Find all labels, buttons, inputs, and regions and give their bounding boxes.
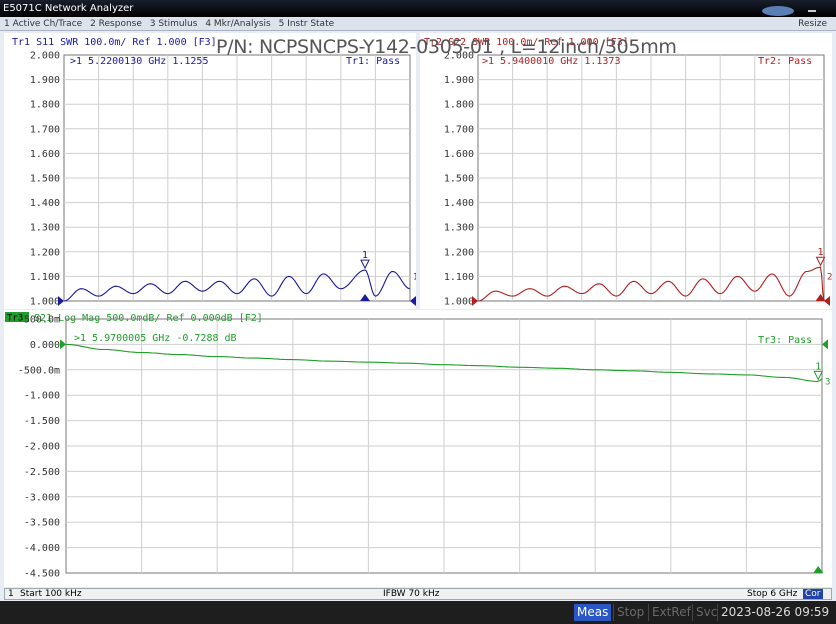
trace2-reference-arrow-left[interactable] — [472, 296, 478, 306]
trace1-marker-readout: >1 5.2200130 GHz 1.1255 — [70, 56, 208, 67]
trace3-y-tick-label: -3.000 — [24, 492, 60, 503]
trace2-end-label: 2 — [827, 272, 832, 282]
trace1-y-tick-label: 1.500 — [30, 174, 60, 185]
trace3-y-tick-label: -2.500 — [24, 467, 60, 478]
trace2-y-tick-label: 1.800 — [444, 100, 474, 111]
trace1-marker-triangle[interactable] — [360, 259, 370, 270]
trace1-y-tick-label: 1.700 — [30, 124, 60, 135]
trace1-y-tick-label: 1.200 — [30, 247, 60, 258]
trace1-marker-position-indicator — [360, 294, 371, 301]
extref-indicator: ExtRef — [648, 604, 694, 621]
datetime: 2023-08-26 09:59 — [717, 604, 832, 621]
trace2-y-tick-label: 1.700 — [444, 124, 474, 135]
trace3-y-tick-label: -500.0m — [18, 365, 60, 376]
trace2-y-tick-label: 2.000 — [444, 51, 474, 62]
trace1-chart: Tr1 S11 SWR 100.0m/ Ref 1.000 [F3] 2.000… — [12, 37, 418, 308]
trace2-y-tick-label: 1.200 — [444, 247, 474, 258]
trace3-y-tick-label: 500.0m — [24, 315, 60, 326]
trace3-panel[interactable]: Tr3 S21 Log Mag 500.0mdB/ Ref 0.000dB [F… — [4, 310, 832, 587]
trace3-y-tick-label: -2.000 — [24, 442, 60, 453]
ifbw[interactable]: IFBW 70 kHz — [383, 589, 439, 599]
trace2-panel[interactable]: Tr2 S22 SWR 100.0m/ Ref 1.000 [F3] 2.000… — [420, 33, 832, 309]
status-bar: 1 Start 100 kHz IFBW 70 kHz Stop 6 GHz C… — [4, 588, 832, 600]
bottom-bar: Meas Stop ExtRef Svc 2023-08-26 09:59 — [0, 601, 836, 624]
trace1-panel[interactable]: Tr1 S11 SWR 100.0m/ Ref 1.000 [F3] 2.000… — [4, 33, 418, 309]
window-title: E5071C Network Analyzer — [3, 3, 134, 14]
trace2-y-tick-label: 1.300 — [444, 223, 474, 234]
trace3-status: Tr3: Pass — [758, 335, 812, 346]
trace3-y-tick-label: -4.000 — [24, 543, 60, 554]
correction-badge[interactable]: Cor — [803, 589, 823, 599]
trace2-header: Tr2 S22 SWR 100.0m/ Ref 1.000 [F3] — [424, 37, 629, 48]
trace3-y-tick-label: -3.500 — [24, 518, 60, 529]
menu-mkr-analysis[interactable]: 4 Mkr/Analysis — [205, 19, 270, 29]
trace2-y-tick-label: 1.900 — [444, 75, 474, 86]
window-titlebar: E5071C Network Analyzer — [0, 0, 836, 17]
trace1-y-tick-label: 1.000 — [30, 297, 60, 308]
menu-bar: 1 Active Ch/Trace 2 Response 3 Stimulus … — [0, 17, 836, 31]
trace1-y-tick-label: 1.900 — [30, 75, 60, 86]
trace2-reference-arrow-right[interactable] — [824, 296, 830, 306]
trace1-reference-arrow-left[interactable] — [58, 296, 64, 306]
trace2-y-tick-label: 1.000 — [444, 297, 474, 308]
trace2-status: Tr2: Pass — [758, 56, 812, 67]
menu-active-ch-trace[interactable]: 1 Active Ch/Trace — [4, 19, 82, 29]
stop-indicator: Stop — [613, 604, 647, 621]
trace2-y-tick-label: 1.100 — [444, 272, 474, 283]
trace2-y-tick-label: 1.600 — [444, 149, 474, 160]
trace3-marker-readout: >1 5.9700005 GHz -0.7288 dB — [74, 333, 237, 344]
trace1-y-tick-label: 1.100 — [30, 272, 60, 283]
trace1-y-tick-label: 1.400 — [30, 198, 60, 209]
start-frequency[interactable]: Start 100 kHz — [20, 589, 82, 599]
stop-frequency[interactable]: Stop 6 GHz — [747, 589, 797, 599]
menu-instr-state[interactable]: 5 Instr State — [279, 19, 335, 29]
trace1-y-tick-label: 1.300 — [30, 223, 60, 234]
trace1-marker-label: 1 — [362, 250, 368, 261]
trace3-y-tick-label: -1.500 — [24, 416, 60, 427]
trace1-end-label: 1 — [413, 272, 416, 282]
trace3-y-tick-label: -4.500 — [24, 569, 60, 580]
trace1-y-tick-label: 1.600 — [30, 149, 60, 160]
minimize-icon[interactable] — [806, 3, 818, 13]
menu-stimulus[interactable]: 3 Stimulus — [150, 19, 198, 29]
trace2-marker-readout: >1 5.9400010 GHz 1.1373 — [482, 56, 620, 67]
trace1-status: Tr1: Pass — [346, 56, 400, 67]
trace2-marker-triangle[interactable] — [815, 256, 826, 267]
meas-indicator[interactable]: Meas — [574, 604, 612, 621]
trace2-y-tick-label: 1.500 — [444, 174, 474, 185]
channel-number[interactable]: 1 — [8, 589, 14, 599]
trace3-chart: Tr3 S21 Log Mag 500.0mdB/ Ref 0.000dB [F… — [5, 312, 830, 580]
menu-resize[interactable]: Resize — [798, 17, 827, 31]
trace2-y-tick-label: 1.400 — [444, 198, 474, 209]
trace1-header: Tr1 S11 SWR 100.0m/ Ref 1.000 [F3] — [12, 37, 217, 48]
trace3-marker-label: 1 — [815, 361, 821, 372]
trace3-marker-triangle[interactable] — [813, 370, 824, 381]
trace3-reference-arrow-right[interactable] — [822, 339, 828, 350]
trace1-reference-arrow-right[interactable] — [410, 296, 416, 306]
window-logo-icon — [762, 6, 794, 16]
trace3-end-label: 3 — [825, 377, 830, 387]
trace3-badge[interactable]: Tr3 — [7, 314, 23, 324]
trace2-chart: Tr2 S22 SWR 100.0m/ Ref 1.000 [F3] 2.000… — [424, 37, 832, 308]
trace3-reference-arrow-left[interactable] — [60, 339, 66, 350]
trace1-y-tick-label: 1.800 — [30, 100, 60, 111]
trace3-y-tick-label: -1.000 — [24, 391, 60, 402]
trace1-y-tick-label: 2.000 — [30, 51, 60, 62]
trace3-y-tick-label: 0.000 — [30, 340, 60, 351]
menu-response[interactable]: 2 Response — [90, 19, 142, 29]
trace2-marker-label: 1 — [818, 247, 824, 258]
